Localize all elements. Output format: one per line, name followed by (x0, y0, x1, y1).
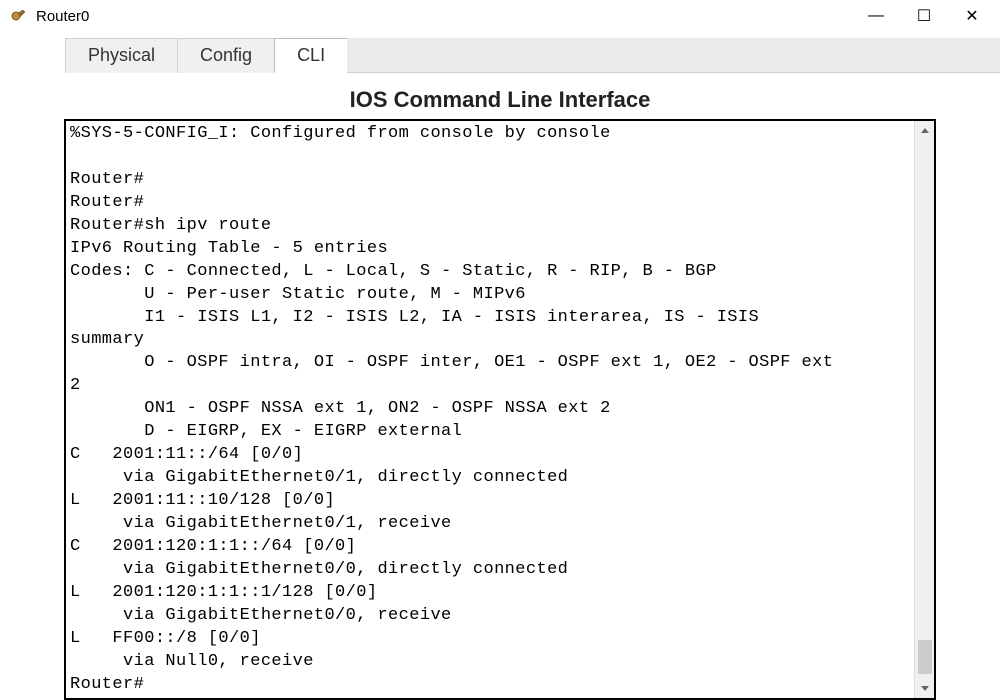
terminal-output[interactable]: %SYS-5-CONFIG_I: Configured from console… (66, 121, 914, 698)
scrollbar[interactable] (914, 121, 934, 698)
window-controls: — ☐ ✕ (866, 6, 982, 26)
tabs-bar: Physical Config CLI (0, 38, 1000, 73)
title-bar: Router0 — ☐ ✕ (0, 0, 1000, 32)
scroll-track[interactable] (915, 141, 934, 678)
tab-filler (347, 38, 1000, 73)
maximize-button[interactable]: ☐ (914, 6, 934, 26)
minimize-button[interactable]: — (866, 6, 886, 26)
scroll-down-arrow[interactable] (915, 678, 934, 698)
cli-heading: IOS Command Line Interface (0, 87, 1000, 113)
window-title: Router0 (36, 8, 866, 25)
app-icon (10, 7, 28, 25)
scroll-up-arrow[interactable] (915, 121, 934, 141)
tab-physical[interactable]: Physical (65, 38, 178, 73)
close-button[interactable]: ✕ (962, 6, 982, 26)
tab-cli[interactable]: CLI (274, 38, 348, 73)
terminal-container: %SYS-5-CONFIG_I: Configured from console… (64, 119, 936, 700)
scroll-thumb[interactable] (918, 640, 932, 674)
tab-config[interactable]: Config (177, 38, 275, 73)
